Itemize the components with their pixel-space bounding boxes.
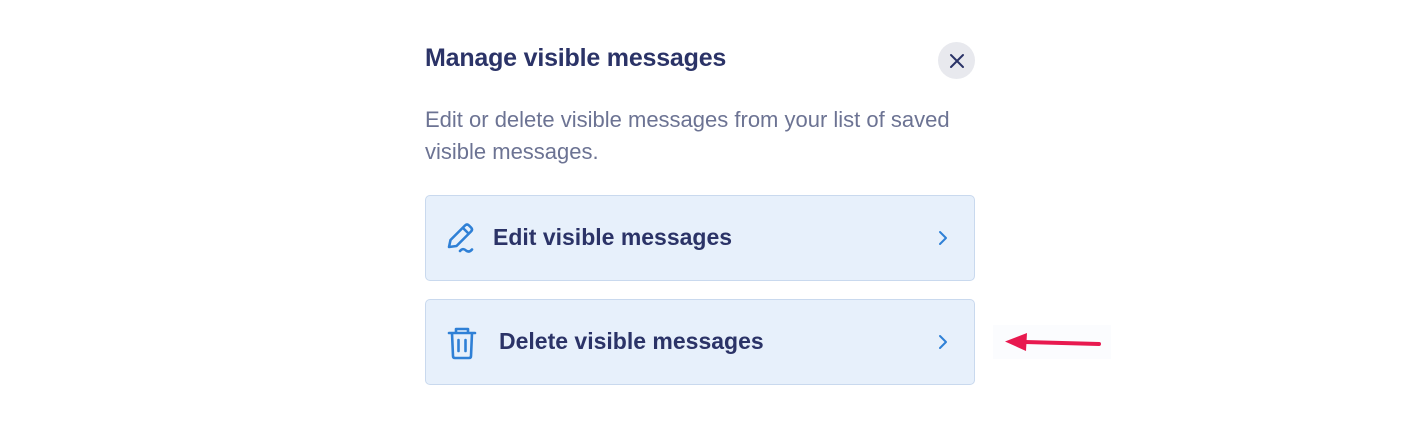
chevron-right-icon	[939, 335, 947, 349]
dialog-description: Edit or delete visible messages from you…	[425, 107, 950, 164]
edit-pen-icon	[447, 223, 474, 253]
edit-messages-label: Edit visible messages	[493, 224, 733, 250]
edit-messages-option[interactable]: Edit visible messages	[425, 195, 975, 281]
delete-messages-label: Delete visible messages	[499, 328, 764, 354]
close-icon	[949, 53, 964, 68]
annotation-arrow-icon	[993, 325, 1111, 359]
delete-messages-option[interactable]: Delete visible messages	[425, 299, 975, 385]
close-button[interactable]	[938, 42, 975, 79]
dialog-title: Manage visible messages	[425, 44, 727, 72]
chevron-right-icon	[939, 231, 947, 245]
trash-icon	[447, 327, 477, 360]
